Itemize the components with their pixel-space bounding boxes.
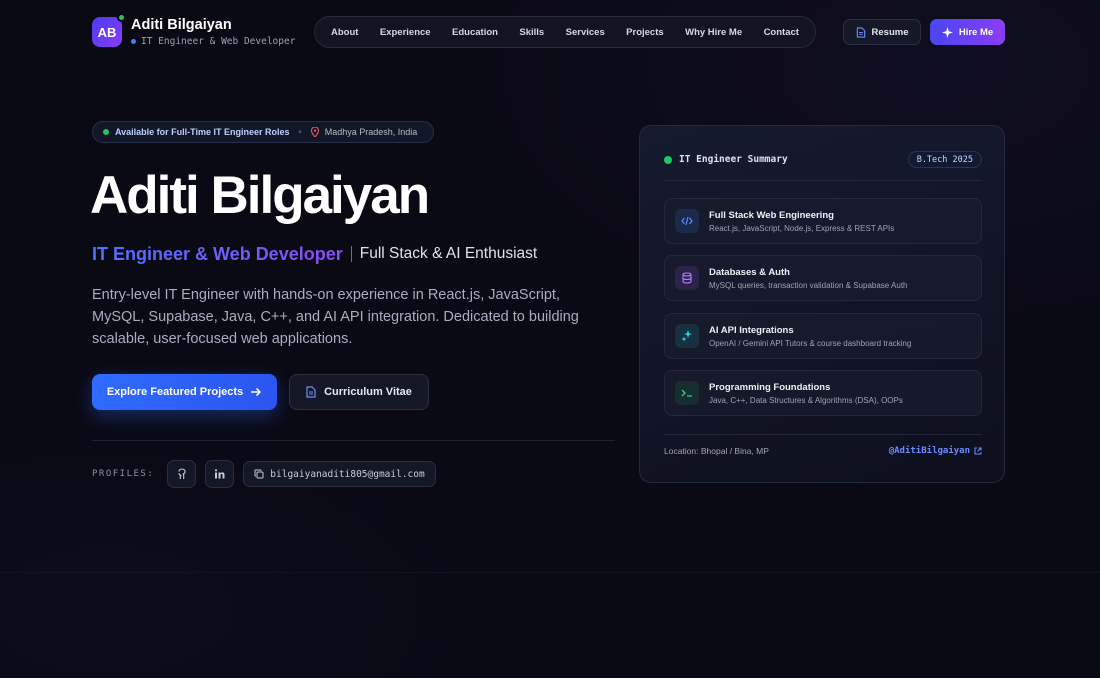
card-title-text: IT Engineer Summary [679, 154, 788, 165]
hero-description: Entry-level IT Engineer with hands-on ex… [92, 287, 579, 347]
item-description: React.js, JavaScript, Node.js, Express &… [709, 223, 895, 233]
profiles-row: PROFILES: bilgaiyanaditi805@gmail.com [92, 460, 436, 488]
nav-why-hire-me[interactable]: Why Hire Me [685, 27, 742, 38]
database-icon [675, 266, 699, 290]
role-dot-icon [131, 39, 136, 44]
linkedin-icon [214, 469, 225, 479]
nav-experience[interactable]: Experience [380, 27, 431, 38]
site-header: AB Aditi Bilgaiyan IT Engineer & Web Dev… [0, 0, 1100, 64]
linkedin-button[interactable] [205, 460, 235, 488]
item-title: AI API Integrations [709, 324, 794, 336]
location-text: Madhya Pradesh, India [324, 127, 418, 137]
location-pin-icon [310, 127, 319, 137]
resume-label: Resume [871, 26, 909, 38]
terminal-icon [675, 381, 699, 405]
copy-email-button[interactable]: bilgaiyanaditi805@gmail.com [243, 461, 436, 487]
sparkle-icon [675, 324, 699, 348]
arrow-right-icon [251, 387, 262, 397]
availability-text: Available for Full-Time IT Engineer Role… [115, 127, 290, 137]
hire-me-label: Hire Me [958, 26, 994, 38]
github-button[interactable] [167, 460, 197, 488]
document-icon [856, 26, 865, 38]
sparkle-icon [941, 26, 953, 38]
document-icon [306, 386, 316, 398]
github-icon [178, 468, 186, 479]
nav-projects[interactable]: Projects [626, 27, 664, 38]
main-nav: About Experience Education Skills Servic… [314, 16, 816, 48]
summary-item: AI API Integrations OpenAI / Gemini API … [664, 313, 982, 359]
external-link-icon [974, 447, 982, 455]
nav-about[interactable]: About [331, 27, 358, 38]
item-description: Java, C++, Data Structures & Algorithms … [709, 395, 903, 405]
code-icon [675, 209, 699, 233]
brand-logo: AB [92, 13, 126, 47]
nav-contact[interactable]: Contact [764, 27, 799, 38]
email-text: bilgaiyanaditi805@gmail.com [270, 468, 425, 480]
hire-me-button[interactable]: Hire Me [930, 19, 1005, 45]
brand-name: Aditi Bilgaiyan [131, 17, 232, 33]
summary-item: Programming Foundations Java, C++, Data … [664, 370, 982, 416]
footer-location: Location: Bhopal / Bina, MP [664, 446, 769, 456]
summary-card: IT Engineer Summary B.Tech 2025 Full Sta… [639, 125, 1005, 483]
brand-role: IT Engineer & Web Developer [131, 36, 295, 47]
card-footer: Location: Bhopal / Bina, MP @AditiBilgai… [664, 446, 982, 456]
nav-education[interactable]: Education [452, 27, 498, 38]
brand-role-text: IT Engineer & Web Developer [141, 36, 296, 47]
availability-badge: Available for Full-Time IT Engineer Role… [92, 121, 434, 143]
hero-name: Aditi Bilgaiyan [90, 166, 430, 225]
status-dot [664, 155, 672, 164]
profiles-label: PROFILES: [92, 469, 155, 479]
separator-dot: • [298, 127, 302, 137]
brand-initials: AB [97, 24, 117, 40]
item-description: OpenAI / Gemini API Tutors & course dash… [709, 338, 912, 348]
item-title: Full Stack Web Engineering [709, 209, 834, 221]
hero-role: IT Engineer & Web Developer [92, 243, 343, 264]
item-title: Databases & Auth [709, 266, 790, 278]
hero-subtitle: IT Engineer & Web Developer Full Stack &… [92, 243, 537, 265]
item-description: MySQL queries, transaction validation & … [709, 280, 908, 290]
summary-item: Full Stack Web Engineering React.js, Jav… [664, 198, 982, 244]
summary-item: Databases & Auth MySQL queries, transact… [664, 255, 982, 301]
explore-projects-button[interactable]: Explore Featured Projects [92, 374, 277, 410]
degree-badge: B.Tech 2025 [907, 151, 982, 168]
social-handle: @AditiBilgaiyan [888, 446, 970, 456]
section-divider [0, 572, 1100, 573]
available-status-dot [103, 129, 109, 135]
card-title: IT Engineer Summary [664, 154, 788, 165]
card-divider [664, 180, 982, 181]
item-title: Programming Foundations [709, 381, 831, 393]
explore-projects-label: Explore Featured Projects [106, 386, 244, 398]
brand[interactable]: AB Aditi Bilgaiyan IT Engineer & Web Dev… [92, 13, 295, 47]
resume-button[interactable]: Resume [843, 19, 921, 45]
subtitle-divider [350, 246, 352, 262]
hero-divider [92, 440, 615, 441]
nav-services[interactable]: Services [566, 27, 605, 38]
curriculum-vitae-label: Curriculum Vitae [324, 386, 412, 398]
nav-skills[interactable]: Skills [519, 27, 544, 38]
online-status-dot [117, 13, 126, 22]
copy-icon [254, 469, 264, 479]
curriculum-vitae-button[interactable]: Curriculum Vitae [289, 374, 429, 410]
hero-tagline: Full Stack & AI Enthusiast [359, 245, 538, 262]
card-footer-divider [664, 434, 982, 435]
social-handle-link[interactable]: @AditiBilgaiyan [889, 446, 982, 456]
